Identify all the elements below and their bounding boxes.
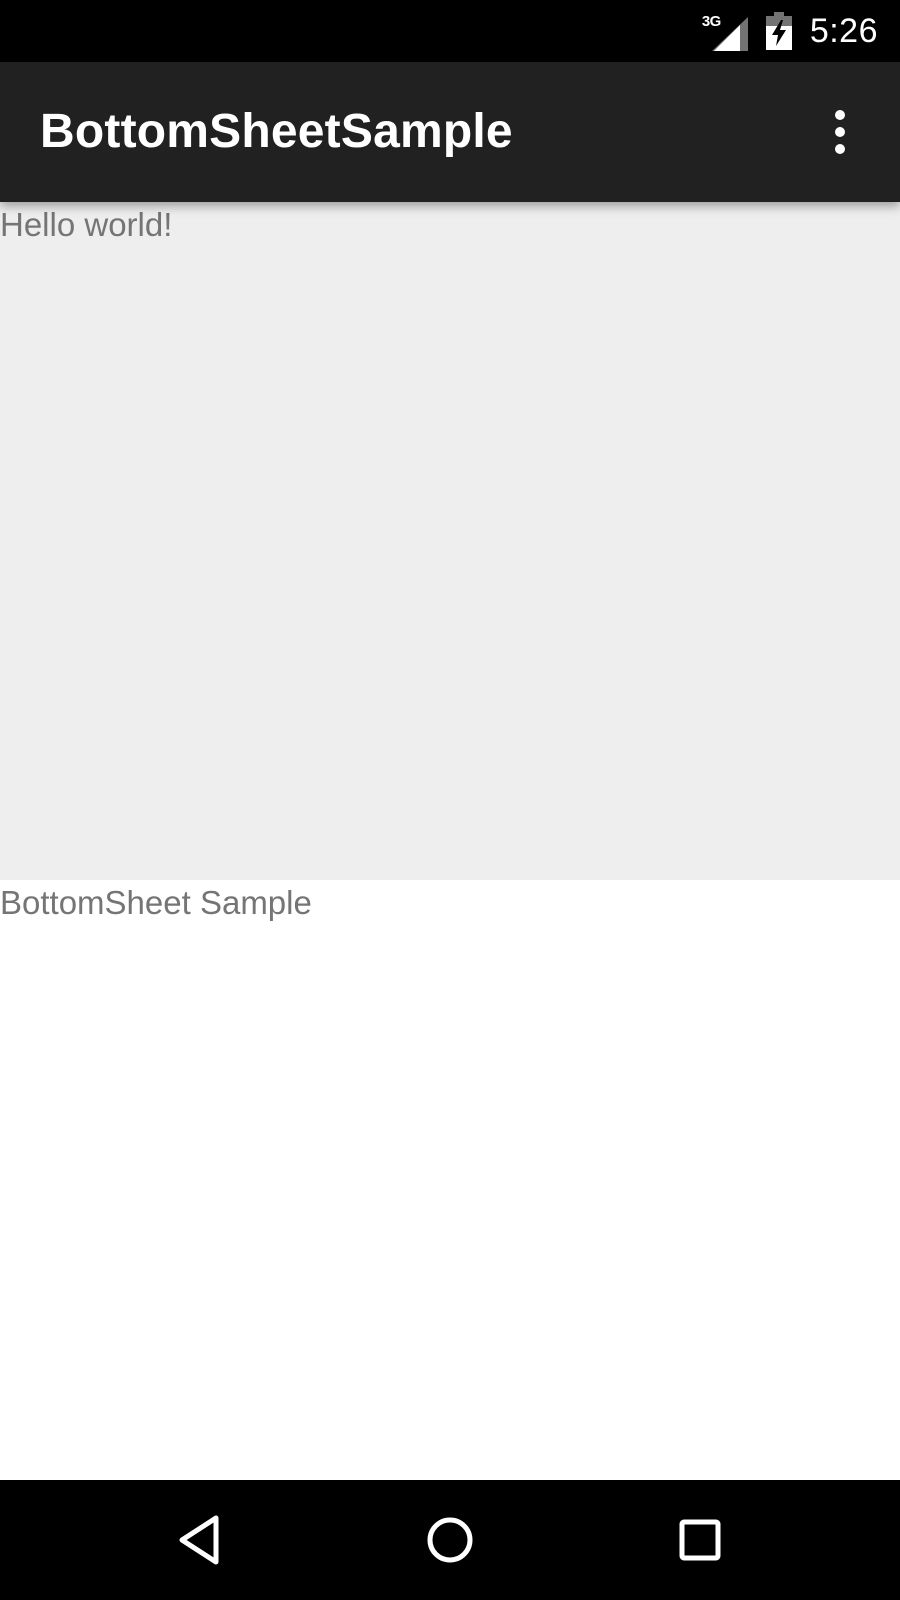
home-button[interactable] <box>420 1510 480 1570</box>
signal-icon: 3G <box>702 11 748 51</box>
more-vert-icon-dot <box>835 144 845 154</box>
more-options-button[interactable] <box>810 102 870 162</box>
recents-icon <box>679 1519 721 1561</box>
bottom-sheet[interactable]: BottomSheet Sample <box>0 880 900 1480</box>
more-vert-icon-dot <box>835 127 845 137</box>
battery-charging-icon <box>765 12 792 50</box>
back-button[interactable] <box>170 1510 230 1570</box>
bottom-sheet-text: BottomSheet Sample <box>0 884 312 921</box>
navigation-bar <box>0 1480 900 1600</box>
screen: 3G 5:26 BottomSheetSample Hello world! B… <box>0 0 900 1600</box>
status-icons: 3G 5:26 <box>702 0 878 62</box>
back-icon <box>179 1515 219 1565</box>
status-bar: 3G 5:26 <box>0 0 900 62</box>
home-icon <box>427 1517 473 1563</box>
status-time: 5:26 <box>809 11 878 50</box>
app-title: BottomSheetSample <box>40 105 513 158</box>
signal-strength-icon <box>711 17 748 51</box>
app-bar: BottomSheetSample <box>0 62 900 202</box>
hello-text: Hello world! <box>0 206 173 243</box>
more-vert-icon <box>835 110 845 120</box>
main-content: Hello world! <box>0 202 900 880</box>
recents-button[interactable] <box>670 1510 730 1570</box>
